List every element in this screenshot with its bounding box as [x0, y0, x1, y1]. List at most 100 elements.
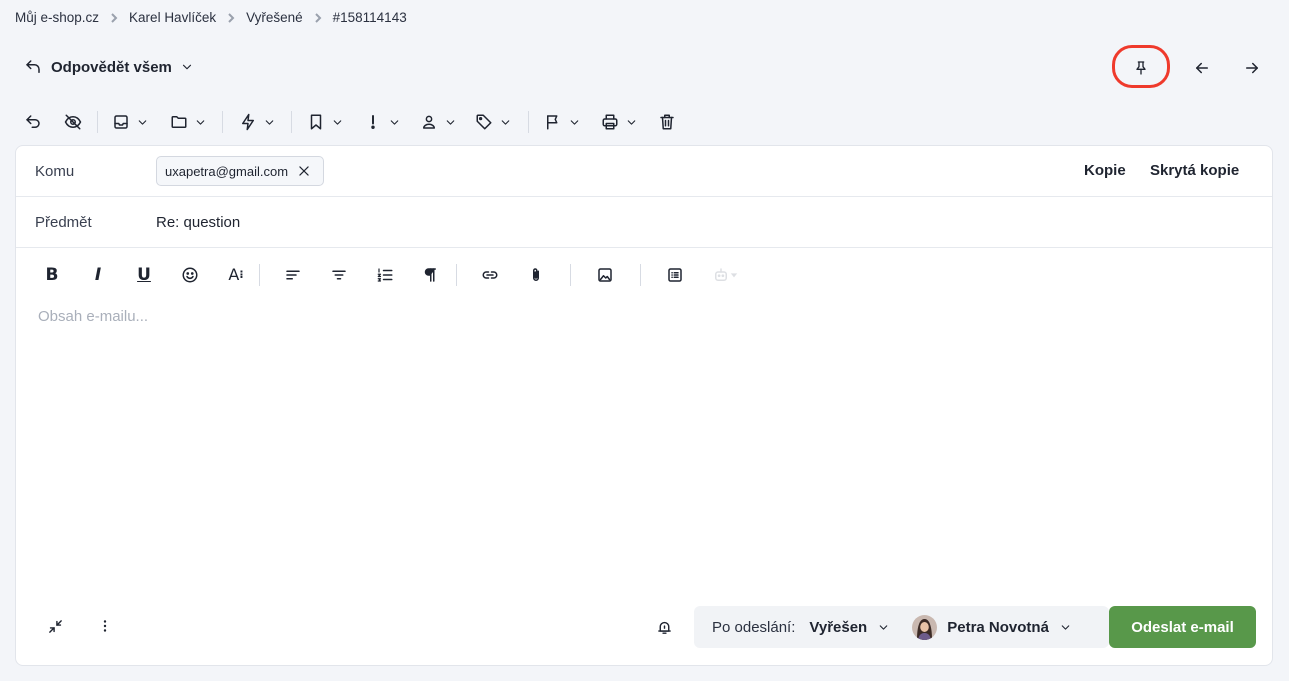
flag-icon: [544, 113, 562, 131]
subject-input[interactable]: Re: question: [156, 214, 240, 231]
align-left-icon: [284, 266, 302, 284]
priority-icon: [364, 113, 382, 131]
chevron-down-icon: [568, 116, 581, 129]
bookmark-icon: [307, 113, 325, 131]
assignee-dropdown[interactable]: Petra Novotná: [947, 619, 1049, 636]
notification-button[interactable]: [651, 614, 677, 640]
chevron-down-icon: [180, 60, 194, 74]
recipient-row: Komu uxapetra@gmail.com Kopie Skrytá kop…: [16, 146, 1272, 197]
bcc-button[interactable]: Skrytá kopie: [1150, 162, 1239, 179]
chevron-down-icon[interactable]: [877, 621, 890, 634]
toolbar-divider: [222, 111, 223, 133]
chevron-right-icon: [226, 12, 236, 23]
paragraph-button[interactable]: [418, 263, 442, 287]
breadcrumb-shop[interactable]: Můj e-shop.cz: [15, 10, 99, 25]
send-email-button[interactable]: Odeslat e-mail: [1109, 606, 1256, 648]
eye-off-icon: [64, 113, 82, 131]
assignee-dropdown[interactable]: [420, 110, 457, 134]
editor-divider: [570, 264, 571, 286]
compose-card: Komu uxapetra@gmail.com Kopie Skrytá kop…: [15, 145, 1273, 666]
bold-button[interactable]: B: [40, 263, 64, 287]
font-size-icon: A: [228, 265, 240, 284]
italic-button[interactable]: I: [86, 263, 110, 287]
inbox-dropdown[interactable]: [112, 110, 149, 134]
next-button[interactable]: [1239, 55, 1265, 81]
font-size-dots-icon: ⁝: [239, 268, 244, 281]
emoji-button[interactable]: [178, 263, 202, 287]
chevron-down-icon: [444, 116, 457, 129]
toolbar-divider: [528, 111, 529, 133]
smiley-icon: [181, 266, 199, 284]
pilcrow-icon: [421, 266, 439, 284]
more-vertical-icon: [96, 617, 114, 635]
collapse-arrows-icon: [47, 618, 64, 635]
insert-image-button[interactable]: [593, 263, 617, 287]
chevron-down-icon: [499, 116, 512, 129]
reply-mode-label: Odpovědět všem: [51, 58, 172, 76]
avatar[interactable]: [912, 614, 938, 640]
reply-mode-dropdown[interactable]: Odpovědět všem: [24, 58, 194, 76]
ai-assistant-dropdown[interactable]: [707, 263, 743, 287]
attach-button[interactable]: [524, 263, 548, 287]
chevron-down-icon: [388, 116, 401, 129]
arrow-right-icon: [1243, 59, 1261, 77]
font-size-button[interactable]: A ⁝: [224, 263, 248, 287]
hide-button[interactable]: [64, 110, 82, 134]
close-icon[interactable]: [297, 164, 311, 178]
align-left-button[interactable]: [281, 263, 305, 287]
email-body-input[interactable]: Obsah e-mailu...: [38, 308, 148, 325]
arrow-left-icon: [1193, 59, 1211, 77]
after-send-label: Po odeslání:: [712, 618, 796, 636]
subject-row: Předmět Re: question: [16, 197, 1272, 248]
subject-label: Předmět: [35, 214, 92, 231]
undo-button[interactable]: [24, 110, 42, 134]
template-button[interactable]: [663, 263, 687, 287]
bookmark-dropdown[interactable]: [307, 110, 344, 134]
align-center-button[interactable]: [327, 263, 351, 287]
printer-icon: [601, 113, 619, 131]
inbox-icon: [112, 113, 130, 131]
pin-icon: [1133, 60, 1149, 76]
toolbar-divider: [97, 111, 98, 133]
chevron-down-icon[interactable]: [1059, 621, 1072, 634]
print-dropdown[interactable]: [601, 110, 638, 134]
chevron-down-icon: [625, 116, 638, 129]
insert-link-button[interactable]: [478, 263, 502, 287]
editor-divider: [456, 264, 457, 286]
to-label: Komu: [35, 163, 75, 180]
cc-button[interactable]: Kopie: [1084, 162, 1126, 179]
automation-dropdown[interactable]: [239, 110, 276, 134]
link-icon: [481, 266, 499, 284]
tag-dropdown[interactable]: [475, 110, 512, 134]
folder-dropdown[interactable]: [170, 110, 207, 134]
chevron-down-icon: [331, 116, 344, 129]
chevron-right-icon: [313, 12, 323, 23]
after-send-status-dropdown[interactable]: Vyřešen: [809, 619, 867, 636]
trash-icon: [658, 113, 676, 131]
breadcrumb-folder[interactable]: Vyřešené: [246, 10, 303, 25]
pin-button[interactable]: [1128, 55, 1154, 81]
ordered-list-button[interactable]: [373, 263, 397, 287]
editor-toolbar: B I U A ⁝: [40, 262, 743, 288]
chevron-down-icon: [263, 116, 276, 129]
after-send-panel: Po odeslání: Vyřešen Petra Novotná: [694, 606, 1109, 648]
more-options-button[interactable]: [92, 613, 118, 639]
align-center-icon: [330, 266, 348, 284]
chevron-down-icon: [136, 116, 149, 129]
underline-button[interactable]: U: [132, 263, 156, 287]
priority-dropdown[interactable]: [364, 110, 401, 134]
recipient-email: uxapetra@gmail.com: [165, 163, 289, 179]
editor-divider: [259, 264, 260, 286]
chevron-down-icon: [194, 116, 207, 129]
flag-dropdown[interactable]: [544, 110, 581, 134]
underline-icon: U: [137, 264, 151, 285]
lightning-icon: [239, 113, 257, 131]
breadcrumb-customer[interactable]: Karel Havlíček: [129, 10, 216, 25]
delete-button[interactable]: [658, 110, 676, 134]
recipient-chip[interactable]: uxapetra@gmail.com: [156, 156, 325, 186]
list-box-icon: [666, 266, 684, 284]
chevron-right-icon: [109, 12, 119, 23]
user-icon: [420, 113, 438, 131]
minimize-button[interactable]: [42, 613, 68, 639]
previous-button[interactable]: [1189, 55, 1215, 81]
